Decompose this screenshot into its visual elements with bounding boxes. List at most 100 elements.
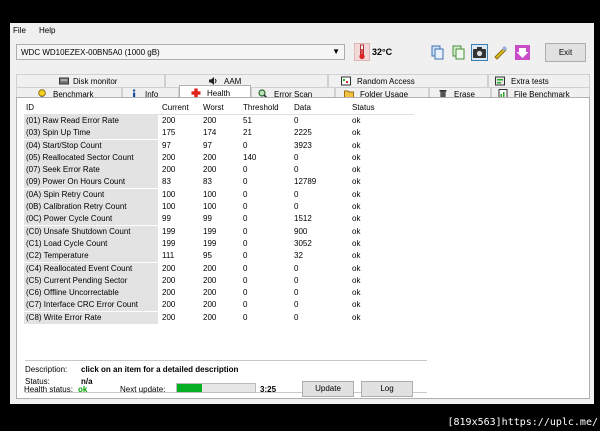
attribute-id: (0C) Power Cycle Count: [26, 214, 113, 224]
table-row[interactable]: (0B) Calibration Retry Count 100 100 0 0 ok: [24, 201, 414, 214]
tab-extra-tests-label: Extra tests: [511, 77, 549, 86]
copy-icon: [431, 45, 444, 60]
status-value: ok: [352, 312, 361, 322]
exit-button[interactable]: Exit: [545, 43, 586, 62]
copy-all-button[interactable]: [450, 44, 467, 61]
attribute-id: (C4) Reallocated Event Count: [26, 263, 133, 273]
table-row[interactable]: (C4) Reallocated Event Count 200 200 0 0 ok: [24, 262, 414, 275]
col-id[interactable]: ID: [26, 103, 34, 112]
worst-value: 100: [203, 189, 217, 199]
data-value: 0: [294, 275, 299, 285]
attribute-id: (0A) Spin Retry Count: [26, 189, 105, 199]
log-button[interactable]: Log: [361, 381, 413, 397]
divider: [25, 360, 427, 361]
table-row[interactable]: (C2) Temperature 111 95 0 32 ok: [24, 250, 414, 263]
col-status[interactable]: Status: [352, 103, 375, 112]
data-value: 2225: [294, 128, 312, 138]
col-current[interactable]: Current: [162, 103, 189, 112]
tests-icon: [495, 76, 505, 86]
table-row[interactable]: (01) Raw Read Error Rate 200 200 51 0 ok: [24, 115, 414, 127]
data-value: 0: [294, 288, 299, 298]
attribute-id: (C0) Unsafe Shutdown Count: [26, 226, 131, 236]
health-status-value: ok: [78, 385, 88, 394]
copy-button[interactable]: [429, 44, 446, 61]
data-value: 1512: [294, 214, 312, 224]
threshold-value: 0: [243, 312, 248, 322]
tab-random-access[interactable]: Random Access: [328, 74, 488, 87]
worst-value: 200: [203, 116, 217, 125]
data-value: 0: [294, 312, 299, 322]
status-value: ok: [352, 251, 361, 261]
status-value: ok: [352, 116, 361, 125]
app-window: File Help WDC WD10EZEX-00BN5A0 (1000 gB)…: [10, 23, 594, 404]
health-status-label: Health status:: [24, 385, 73, 394]
status-value: ok: [352, 202, 361, 212]
table-row[interactable]: (0C) Power Cycle Count 99 99 0 1512 ok: [24, 213, 414, 226]
table-row[interactable]: (09) Power On Hours Count 83 83 0 12789 ok: [24, 176, 414, 189]
threshold-value: 0: [243, 288, 248, 298]
data-value: 0: [294, 152, 299, 162]
table-row[interactable]: (C6) Offline Uncorrectable 200 200 0 0 ok: [24, 287, 414, 300]
copy-all-icon: [452, 45, 465, 60]
menu-file[interactable]: File: [13, 26, 26, 35]
temperature-value: 32°C: [372, 47, 393, 57]
worst-value: 200: [203, 312, 217, 322]
attribute-id: (05) Reallocated Sector Count: [26, 152, 134, 162]
table-row[interactable]: (C1) Load Cycle Count 199 199 0 3052 ok: [24, 237, 414, 250]
col-data[interactable]: Data: [294, 103, 311, 112]
worst-value: 200: [203, 275, 217, 285]
threshold-value: 0: [243, 238, 248, 248]
table-row[interactable]: (C7) Interface CRC Error Count 200 200 0 0 ok: [24, 299, 414, 312]
threshold-value: 0: [243, 165, 248, 175]
tab-random-access-label: Random Access: [357, 77, 415, 86]
tab-disk-monitor[interactable]: Disk monitor: [16, 74, 165, 87]
threshold-value: 21: [243, 128, 252, 138]
camera-icon: [473, 47, 486, 58]
table-row[interactable]: (0A) Spin Retry Count 100 100 0 0 ok: [24, 188, 414, 201]
table-row[interactable]: (04) Start/Stop Count 97 97 0 3923 ok: [24, 139, 414, 152]
data-value: 0: [294, 263, 299, 273]
threshold-value: 0: [243, 189, 248, 199]
current-value: 199: [162, 226, 176, 236]
options-button[interactable]: [492, 44, 509, 61]
worst-value: 199: [203, 226, 217, 236]
worst-value: 200: [203, 300, 217, 310]
attribute-id: (0B) Calibration Retry Count: [26, 202, 127, 212]
update-button[interactable]: Update: [302, 381, 354, 397]
worst-value: 200: [203, 165, 217, 175]
attribute-id: (C8) Write Error Rate: [26, 312, 102, 322]
tab-disk-monitor-label: Disk monitor: [73, 77, 118, 86]
col-threshold[interactable]: Threshold: [243, 103, 279, 112]
table-row[interactable]: (03) Spin Up Time 175 174 21 2225 ok: [24, 127, 414, 140]
threshold-value: 0: [243, 202, 248, 212]
worst-value: 83: [203, 177, 212, 187]
table-row[interactable]: (C5) Current Pending Sector 200 200 0 0 ok: [24, 274, 414, 287]
col-worst[interactable]: Worst: [203, 103, 224, 112]
status-value: ok: [352, 263, 361, 273]
attribute-id: (C2) Temperature: [26, 251, 89, 261]
attribute-id: (04) Start/Stop Count: [26, 140, 102, 150]
table-row[interactable]: (07) Seek Error Rate 200 200 0 0 ok: [24, 164, 414, 177]
status-value: ok: [352, 275, 361, 285]
table-row[interactable]: (C8) Write Error Rate 200 200 0 0 ok: [24, 311, 414, 324]
table-row[interactable]: (05) Reallocated Sector Count 200 200 140 0 o…: [24, 151, 414, 164]
data-value: 0: [294, 116, 299, 125]
menu-help[interactable]: Help: [39, 26, 55, 35]
current-value: 200: [162, 263, 176, 273]
save-button[interactable]: [514, 44, 531, 61]
attribute-id: (07) Seek Error Rate: [26, 165, 100, 175]
drive-select[interactable]: WDC WD10EZEX-00BN5A0 (1000 gB) ▼: [16, 44, 345, 60]
table-row[interactable]: (C0) Unsafe Shutdown Count 199 199 0 900 ok: [24, 225, 414, 238]
status-value: ok: [352, 288, 361, 298]
worst-value: 99: [203, 214, 212, 224]
screenshot-button[interactable]: [471, 44, 488, 61]
tab-extra-tests[interactable]: Extra tests: [488, 74, 590, 87]
current-value: 200: [162, 312, 176, 322]
threshold-value: 0: [243, 251, 248, 261]
data-value: 3052: [294, 238, 312, 248]
worst-value: 199: [203, 238, 217, 248]
threshold-value: 0: [243, 263, 248, 273]
data-value: 0: [294, 300, 299, 310]
data-value: 900: [294, 226, 308, 236]
threshold-value: 51: [243, 116, 252, 125]
